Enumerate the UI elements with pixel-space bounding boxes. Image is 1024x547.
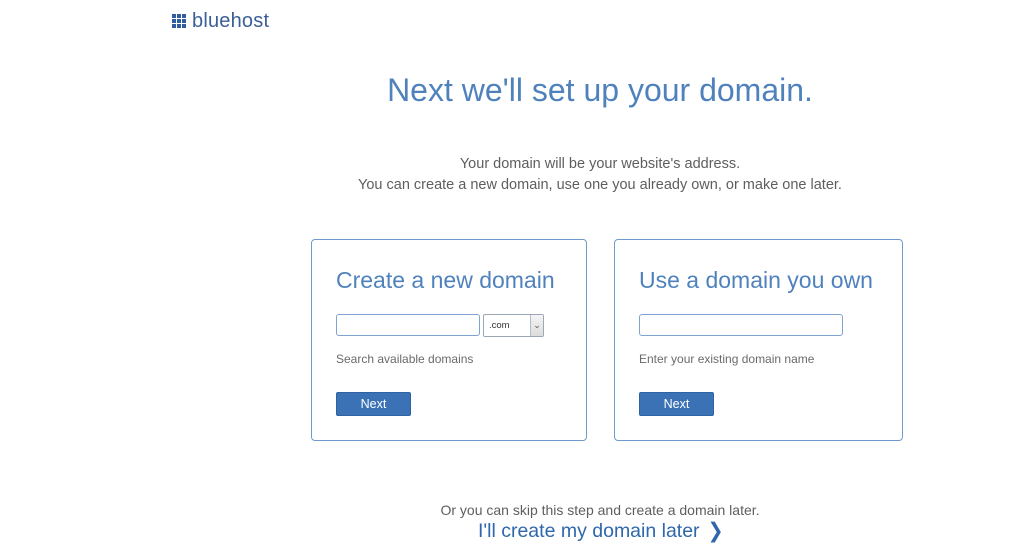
existing-domain-hint: Enter your existing domain name — [639, 352, 815, 366]
subtitle-line-1: Your domain will be your website's addre… — [459, 156, 741, 172]
create-domain-title: Create a new domain — [336, 267, 555, 293]
page-subtitle: Your domain will be your website's addre… — [0, 154, 1024, 196]
skip-step-text: Or you can skip this step and create a d… — [440, 502, 760, 518]
tld-select[interactable]: .com ⌄ — [483, 314, 544, 337]
subtitle-line-2: You can create a new domain, use one you… — [358, 177, 842, 193]
use-own-domain-card: Use a domain you own Enter your existing… — [614, 239, 903, 441]
create-domain-next-button[interactable]: Next — [336, 392, 411, 416]
bluehost-grid-icon — [172, 14, 186, 28]
search-domains-hint: Search available domains — [336, 352, 474, 366]
create-new-domain-card: Create a new domain .com ⌄ Search availa… — [311, 239, 587, 441]
existing-domain-input[interactable] — [639, 314, 843, 336]
create-domain-later-link[interactable]: I'll create my domain later ❯ — [478, 520, 723, 543]
own-domain-title: Use a domain you own — [639, 267, 873, 293]
tld-selected-value: .com — [489, 320, 510, 331]
create-domain-later-label: I'll create my domain later — [478, 520, 700, 542]
domain-setup-page: bluehost Next we'll set up your domain. … — [0, 0, 1024, 547]
chevron-right-icon: ❯ — [707, 519, 724, 544]
bluehost-logo[interactable]: bluehost — [172, 10, 269, 32]
logo-text: bluehost — [192, 9, 270, 32]
new-domain-input[interactable] — [336, 314, 480, 336]
page-title: Next we'll set up your domain. — [387, 72, 813, 108]
own-domain-next-button[interactable]: Next — [639, 392, 714, 416]
chevron-down-icon[interactable]: ⌄ — [530, 315, 543, 336]
